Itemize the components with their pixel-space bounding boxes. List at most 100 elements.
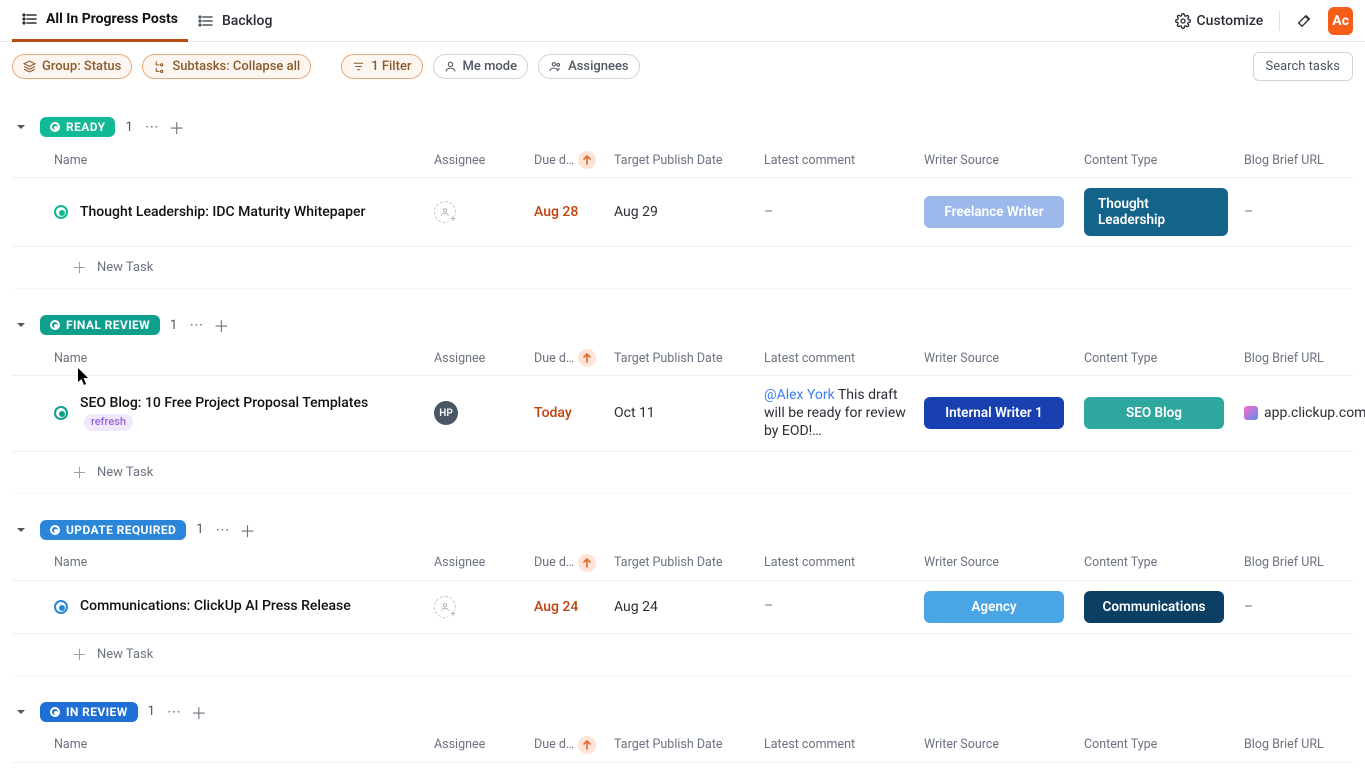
search-input[interactable]: Search tasks [1253, 52, 1354, 81]
col-blog-brief-url[interactable]: Blog Brief URL [1236, 153, 1365, 168]
mention[interactable]: @Alex York [764, 387, 835, 403]
col-name[interactable]: Name [46, 737, 426, 752]
collapse-toggle[interactable] [12, 703, 30, 721]
writer-source-chip[interactable]: Internal Writer 1 [924, 397, 1064, 429]
col-writer-source[interactable]: Writer Source [916, 153, 1076, 168]
task-name-cell[interactable]: Communications: ClickUp AI Press Release [46, 597, 426, 616]
task-title[interactable]: Thought Leadership: IDC Maturity Whitepa… [80, 203, 365, 222]
content-type-cell[interactable]: Communications [1076, 591, 1236, 623]
task-status-circle-icon[interactable] [54, 600, 68, 614]
col-latest-comment[interactable]: Latest comment [756, 351, 916, 366]
subtasks-pill[interactable]: Subtasks: Collapse all [142, 54, 311, 79]
task-name-cell[interactable]: SEO Blog: 10 Free Project Proposal Templ… [46, 394, 426, 432]
latest-comment-cell[interactable]: – [756, 597, 916, 615]
target-date-cell[interactable]: Aug 24 [606, 599, 756, 615]
group-more-button[interactable]: ⋯ [165, 704, 183, 720]
target-date-cell[interactable]: Aug 29 [606, 204, 756, 220]
task-status-circle-icon[interactable] [54, 205, 68, 219]
col-name[interactable]: Name [46, 555, 426, 570]
new-task-button[interactable]: ＋New Task [12, 634, 1353, 676]
content-type-chip[interactable]: Communications [1084, 591, 1224, 623]
task-row[interactable]: Thought Leadership: IDC Maturity Whitepa… [12, 178, 1353, 247]
customize-button[interactable]: Customize [1169, 9, 1270, 33]
assignee-cell[interactable] [426, 201, 526, 223]
col-writer-source[interactable]: Writer Source [916, 555, 1076, 570]
col-latest-comment[interactable]: Latest comment [756, 153, 916, 168]
new-task-button[interactable]: ＋New Task [12, 247, 1353, 289]
status-pill[interactable]: READY [40, 117, 115, 137]
col-content-type[interactable]: Content Type [1076, 351, 1236, 366]
due-date-cell[interactable]: Aug 28 [526, 204, 606, 220]
status-pill[interactable]: UPDATE REQUIRED [40, 520, 186, 540]
task-status-circle-icon[interactable] [54, 406, 68, 420]
url-text[interactable]: app.clickup.com [1264, 405, 1365, 421]
assign-button[interactable] [434, 201, 456, 223]
task-row[interactable]: Communications: ClickUp AI Press Release… [12, 581, 1353, 634]
assignees-pill[interactable]: Assignees [538, 54, 640, 79]
assignee-avatar[interactable]: HP [434, 401, 458, 425]
writer-source-cell[interactable]: Freelance Writer [916, 196, 1076, 228]
collapse-toggle[interactable] [12, 316, 30, 334]
due-date-cell[interactable]: Today [526, 405, 606, 421]
col-target-publish[interactable]: Target Publish Date [606, 153, 756, 168]
status-pill[interactable]: FINAL REVIEW [40, 315, 160, 335]
col-assignee[interactable]: Assignee [426, 153, 526, 168]
target-date-cell[interactable]: Oct 11 [606, 405, 756, 421]
assign-button[interactable] [434, 596, 456, 618]
col-blog-brief-url[interactable]: Blog Brief URL [1236, 351, 1365, 366]
group-more-button[interactable]: ⋯ [214, 522, 232, 538]
blog-brief-url-cell[interactable]: – [1236, 599, 1365, 615]
col-content-type[interactable]: Content Type [1076, 153, 1236, 168]
latest-comment-cell[interactable]: @Alex York This draft will be ready for … [756, 386, 916, 441]
col-content-type[interactable]: Content Type [1076, 555, 1236, 570]
group-add-task-button[interactable]: ＋ [169, 115, 185, 139]
group-add-task-button[interactable]: ＋ [191, 700, 207, 724]
col-name[interactable]: Name [46, 351, 426, 366]
task-tag[interactable]: refresh [84, 414, 133, 431]
collapse-toggle[interactable] [12, 118, 30, 136]
add-button[interactable]: Ac [1328, 7, 1353, 35]
col-due-date[interactable]: Due d… [526, 151, 606, 169]
task-title[interactable]: Communications: ClickUp AI Press Release [80, 597, 351, 616]
col-writer-source[interactable]: Writer Source [916, 737, 1076, 752]
blog-brief-url-cell[interactable]: – [1236, 204, 1365, 220]
writer-source-cell[interactable]: Agency [916, 591, 1076, 623]
col-latest-comment[interactable]: Latest comment [756, 737, 916, 752]
col-blog-brief-url[interactable]: Blog Brief URL [1236, 737, 1365, 752]
magic-wand-button[interactable] [1290, 7, 1318, 35]
collapse-toggle[interactable] [12, 521, 30, 539]
task-row[interactable]: Case Study: Wake Forest UniversityAug 22… [12, 763, 1353, 766]
col-target-publish[interactable]: Target Publish Date [606, 351, 756, 366]
col-due-date[interactable]: Due d… [526, 736, 606, 754]
me-mode-pill[interactable]: Me mode [433, 54, 529, 79]
blog-brief-url-cell[interactable]: app.clickup.com [1236, 405, 1365, 421]
col-blog-brief-url[interactable]: Blog Brief URL [1236, 555, 1365, 570]
col-due-date[interactable]: Due d… [526, 554, 606, 572]
latest-comment-cell[interactable]: – [756, 203, 916, 221]
assignee-cell[interactable] [426, 596, 526, 618]
filter-pill[interactable]: 1 Filter [341, 54, 422, 79]
assignee-cell[interactable]: HP [426, 401, 526, 425]
content-type-chip[interactable]: SEO Blog [1084, 397, 1224, 429]
group-more-button[interactable]: ⋯ [143, 119, 161, 135]
task-row[interactable]: SEO Blog: 10 Free Project Proposal Templ… [12, 376, 1353, 452]
new-task-button[interactable]: ＋New Task [12, 452, 1353, 494]
col-assignee[interactable]: Assignee [426, 351, 526, 366]
col-assignee[interactable]: Assignee [426, 555, 526, 570]
status-pill[interactable]: IN REVIEW [40, 702, 138, 722]
col-content-type[interactable]: Content Type [1076, 737, 1236, 752]
group-add-task-button[interactable]: ＋ [213, 313, 229, 337]
col-target-publish[interactable]: Target Publish Date [606, 737, 756, 752]
col-target-publish[interactable]: Target Publish Date [606, 555, 756, 570]
col-name[interactable]: Name [46, 153, 426, 168]
content-type-cell[interactable]: Thought Leadership [1076, 188, 1236, 236]
writer-source-chip[interactable]: Freelance Writer [924, 196, 1064, 228]
writer-source-chip[interactable]: Agency [924, 591, 1064, 623]
group-by-pill[interactable]: Group: Status [12, 54, 132, 79]
content-type-cell[interactable]: SEO Blog [1076, 397, 1236, 429]
due-date-cell[interactable]: Aug 24 [526, 599, 606, 615]
group-add-task-button[interactable]: ＋ [240, 518, 256, 542]
col-due-date[interactable]: Due d… [526, 349, 606, 367]
tab-all-in-progress[interactable]: All In Progress Posts [12, 0, 188, 42]
group-more-button[interactable]: ⋯ [187, 317, 205, 333]
